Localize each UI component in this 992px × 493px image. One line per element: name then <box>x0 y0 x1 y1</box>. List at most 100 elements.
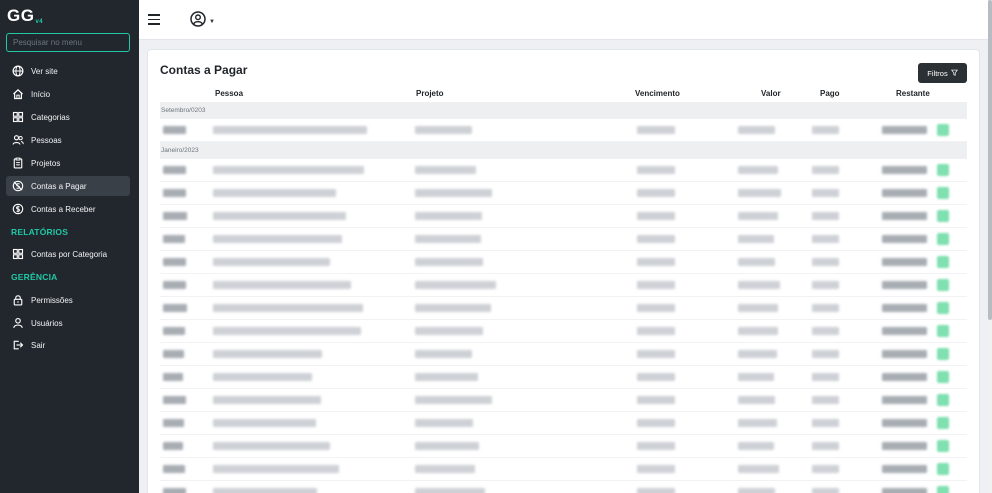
scrollbar-thumb[interactable] <box>988 0 992 320</box>
cell-id <box>163 373 183 381</box>
table-row[interactable] <box>160 297 967 320</box>
cell-pago <box>812 327 839 335</box>
section-title-relatorios: RELATÓRIOS <box>11 227 69 237</box>
cell-pago <box>812 488 839 493</box>
table-row[interactable] <box>160 228 967 251</box>
table-row[interactable] <box>160 205 967 228</box>
cell-id <box>163 419 184 427</box>
table-row[interactable] <box>160 119 967 142</box>
row-action-button[interactable] <box>937 210 949 222</box>
no-money-icon <box>12 180 24 192</box>
table-row[interactable] <box>160 182 967 205</box>
cell-pessoa <box>213 488 317 493</box>
cell-vencimento <box>637 465 675 473</box>
lock-icon <box>12 294 24 306</box>
cell-id <box>163 465 185 473</box>
table-row[interactable] <box>160 458 967 481</box>
table-row[interactable] <box>160 343 967 366</box>
sidebar-item-label: Contas a Receber <box>31 204 96 214</box>
cell-restante <box>882 189 927 197</box>
sidebar-item-label: Ver site <box>31 66 58 76</box>
brand-logo[interactable]: GGv4 <box>7 6 43 26</box>
user-circle-icon <box>190 11 206 32</box>
cell-pessoa <box>213 189 336 197</box>
page-scrollbar[interactable] <box>988 0 992 493</box>
cell-pago <box>812 373 839 381</box>
table-row[interactable] <box>160 366 967 389</box>
row-action-button[interactable] <box>937 348 949 360</box>
row-action-button[interactable] <box>937 256 949 268</box>
table-row[interactable] <box>160 481 967 493</box>
row-action-button[interactable] <box>937 325 949 337</box>
table-row[interactable] <box>160 159 967 182</box>
row-action-button[interactable] <box>937 463 949 475</box>
column-header-restante[interactable]: Restante <box>896 89 930 98</box>
hamburger-icon[interactable] <box>148 14 160 25</box>
cell-vencimento <box>637 350 675 358</box>
home-icon <box>12 88 24 100</box>
cell-vencimento <box>637 327 675 335</box>
cell-projeto <box>415 442 479 450</box>
sidebar-item-inicio[interactable]: Início <box>6 84 130 104</box>
sidebar-item-pessoas[interactable]: Pessoas <box>6 130 130 150</box>
row-action-button[interactable] <box>937 279 949 291</box>
row-action-button[interactable] <box>937 302 949 314</box>
cell-projeto <box>415 235 481 243</box>
table-row[interactable] <box>160 274 967 297</box>
table-row[interactable] <box>160 251 967 274</box>
table-row[interactable] <box>160 412 967 435</box>
cell-vencimento <box>637 166 675 174</box>
table-row[interactable] <box>160 389 967 412</box>
cell-vencimento <box>637 235 675 243</box>
cell-restante <box>882 126 927 134</box>
cell-pago <box>812 126 839 134</box>
row-action-button[interactable] <box>937 417 949 429</box>
sidebar-item-contas-a-pagar[interactable]: Contas a Pagar <box>6 176 130 196</box>
table-row[interactable] <box>160 320 967 343</box>
column-header-projeto[interactable]: Projeto <box>416 89 444 98</box>
cell-restante <box>882 212 927 220</box>
sidebar-item-label: Sair <box>31 340 46 350</box>
row-action-button[interactable] <box>937 394 949 406</box>
sidebar-item-permissoes[interactable]: Permissões <box>6 290 130 310</box>
row-action-button[interactable] <box>937 187 949 199</box>
user-menu-button[interactable]: ▼ <box>190 11 215 32</box>
column-header-pessoa[interactable]: Pessoa <box>215 89 243 98</box>
table-row[interactable] <box>160 435 967 458</box>
cell-projeto <box>415 465 475 473</box>
cell-projeto <box>415 373 478 381</box>
cell-valor <box>738 166 778 174</box>
column-header-valor[interactable]: Valor <box>761 89 781 98</box>
column-header-pago[interactable]: Pago <box>820 89 840 98</box>
cell-id <box>163 442 183 450</box>
brand-name: GG <box>7 6 35 25</box>
group-header: Setembro/0203 <box>160 102 967 119</box>
sidebar-item-ver-site[interactable]: Ver site <box>6 61 130 81</box>
row-action-button[interactable] <box>937 124 949 136</box>
row-action-button[interactable] <box>937 233 949 245</box>
sidebar-item-categorias[interactable]: Categorias <box>6 107 130 127</box>
filter-button[interactable]: Filtros <box>918 63 967 83</box>
sidebar-item-usuarios[interactable]: Usuários <box>6 313 130 333</box>
sidebar-item-projetos[interactable]: Projetos <box>6 153 130 173</box>
filter-icon <box>950 69 958 78</box>
cell-pago <box>812 442 839 450</box>
cell-id <box>163 166 186 174</box>
column-header-vencimento[interactable]: Vencimento <box>635 89 680 98</box>
sidebar-item-contas-a-receber[interactable]: Contas a Receber <box>6 199 130 219</box>
sidebar-item-contas-por-categoria[interactable]: Contas por Categoria <box>6 244 130 264</box>
cell-valor <box>738 189 781 197</box>
cell-id <box>163 258 186 266</box>
row-action-button[interactable] <box>937 440 949 452</box>
clipboard-icon <box>12 157 24 169</box>
sidebar-item-sair[interactable]: Sair <box>6 335 130 355</box>
row-action-button[interactable] <box>937 486 949 493</box>
cell-vencimento <box>637 212 675 220</box>
menu-search-input[interactable] <box>6 33 130 52</box>
cell-valor <box>738 350 777 358</box>
cell-valor <box>738 373 774 381</box>
row-action-button[interactable] <box>937 371 949 383</box>
cell-restante <box>882 166 927 174</box>
cell-projeto <box>415 327 483 335</box>
row-action-button[interactable] <box>937 164 949 176</box>
